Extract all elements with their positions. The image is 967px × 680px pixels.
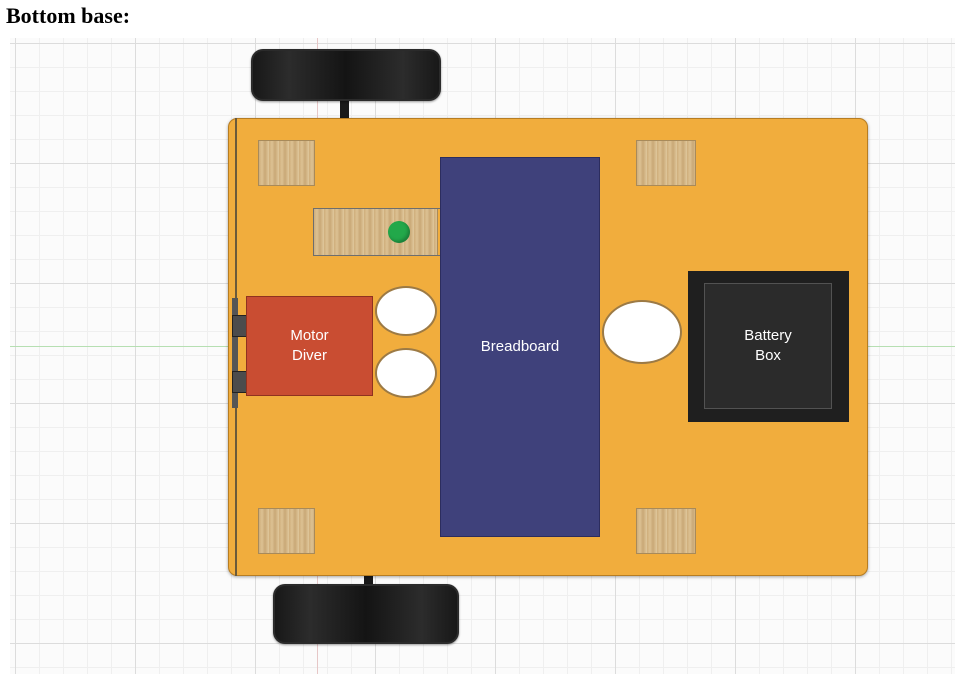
section-heading: Bottom base: xyxy=(6,3,131,28)
switch-plate xyxy=(313,208,438,256)
breadboard-label: Breadboard xyxy=(480,338,560,355)
cad-canvas: Breadboard Motor Diver Battery Box xyxy=(10,38,955,674)
battery-box: Battery Box xyxy=(688,271,849,422)
switch-led xyxy=(388,221,410,243)
motor-driver-label-line2: Diver xyxy=(291,347,327,364)
wire-hole-lower-left xyxy=(375,348,437,398)
page: Bottom base: Breadboard Motor Diver Batt… xyxy=(0,0,967,680)
top-wheel xyxy=(251,49,441,101)
wood-spacer-top-left xyxy=(258,140,315,186)
battery-box-inner: Battery Box xyxy=(704,283,832,409)
battery-box-label-line1: Battery xyxy=(744,327,792,344)
wire-hole-right xyxy=(602,300,682,364)
motor-driver-label-line1: Motor xyxy=(290,327,329,344)
bottom-wheel xyxy=(273,584,459,644)
wood-spacer-bottom-left xyxy=(258,508,315,554)
motor-driver: Motor Diver xyxy=(246,296,373,396)
wood-spacer-bottom-right xyxy=(636,508,696,554)
breadboard: Breadboard xyxy=(440,157,600,537)
wire-hole-upper-left xyxy=(375,286,437,336)
battery-box-label-line2: Box xyxy=(755,347,781,364)
wood-spacer-top-right xyxy=(636,140,696,186)
